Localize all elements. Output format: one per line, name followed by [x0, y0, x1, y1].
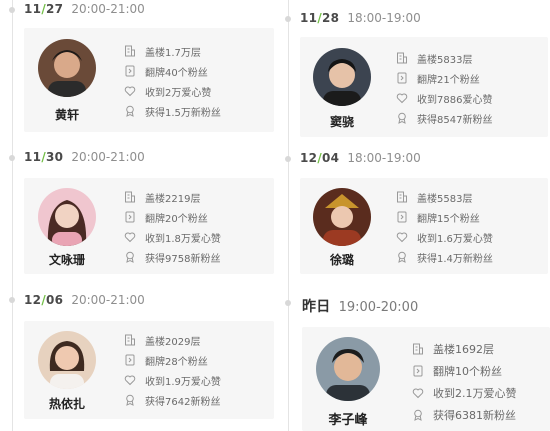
stat-likes: 收到1.9万爱心赞 — [145, 376, 221, 388]
timeline-dot — [9, 155, 15, 161]
entry-time: 20:00-21:00 — [71, 2, 145, 16]
host-card[interactable]: 热依扎 盖楼2029层 翻牌28个粉丝 收到1.9万爱心赞 获得7642新粉丝 — [24, 321, 274, 419]
badge-icon — [124, 251, 136, 263]
entry-time: 20:00-21:00 — [71, 293, 145, 307]
stat-floors: 盖楼1692层 — [433, 343, 494, 356]
stat-flips: 翻牌20个粉丝 — [145, 213, 208, 225]
entry-time: 20:00-21:00 — [71, 150, 145, 164]
timeline-dot — [285, 156, 291, 162]
heart-icon — [396, 231, 408, 243]
badge-icon — [412, 409, 424, 421]
stat-floors: 盖楼2219层 — [145, 193, 201, 205]
avatar — [38, 39, 96, 97]
entry-date: 11/27 — [24, 2, 64, 16]
timeline-dot — [285, 300, 291, 306]
avatar — [313, 188, 371, 246]
stat-followers: 获得8547新粉丝 — [417, 114, 493, 126]
card-flip-icon — [396, 211, 408, 223]
stat-followers: 获得6381新粉丝 — [433, 409, 516, 422]
host-card[interactable]: 文咏珊 盖楼2219层 翻牌20个粉丝 收到1.8万爱心赞 获得9758新粉丝 — [24, 178, 274, 274]
avatar — [38, 331, 96, 389]
card-flip-icon — [412, 365, 424, 377]
badge-icon — [396, 251, 408, 263]
building-icon — [124, 191, 136, 203]
stat-likes: 收到1.8万爱心赞 — [145, 233, 221, 245]
badge-icon — [396, 112, 408, 124]
avatar — [313, 48, 371, 106]
stat-floors: 盖楼5583层 — [417, 193, 473, 205]
host-name: 窦骁 — [329, 115, 354, 129]
stat-floors: 盖楼2029层 — [145, 336, 201, 348]
stat-flips: 翻牌21个粉丝 — [417, 74, 480, 86]
heart-icon — [124, 374, 136, 386]
building-icon — [124, 45, 136, 57]
stat-floors: 盖楼5833层 — [417, 54, 473, 66]
entry-date: 12/04 — [300, 151, 340, 165]
stat-likes: 收到7886爱心赞 — [417, 94, 493, 106]
host-name: 热依扎 — [48, 397, 85, 411]
heart-icon — [396, 92, 408, 104]
badge-icon — [124, 394, 136, 406]
host-name: 黄轩 — [54, 108, 79, 122]
host-name: 徐璐 — [329, 253, 354, 267]
card-flip-icon — [124, 354, 136, 366]
timeline-line-right — [288, 0, 289, 431]
stat-likes: 收到2.1万爱心赞 — [433, 387, 517, 400]
stat-floors: 盖楼1.7万层 — [145, 47, 201, 59]
timeline-dot — [9, 297, 15, 303]
building-icon — [396, 191, 408, 203]
host-card[interactable]: 李子峰 盖楼1692层 翻牌10个粉丝 收到2.1万爱心赞 获得6381新粉丝 — [302, 327, 550, 431]
host-card[interactable]: 窦骁 盖楼5833层 翻牌21个粉丝 收到7886爱心赞 获得8547新粉丝 — [300, 37, 548, 137]
entry-date: 11/28 — [300, 11, 340, 25]
card-flip-icon — [124, 65, 136, 77]
card-flip-icon — [124, 211, 136, 223]
entry-time: 18:00-19:00 — [347, 11, 421, 25]
badge-icon — [124, 105, 136, 117]
timeline-dot — [9, 7, 15, 13]
stat-followers: 获得7642新粉丝 — [145, 396, 221, 408]
stat-followers: 获得1.5万新粉丝 — [145, 107, 221, 119]
stat-followers: 获得9758新粉丝 — [145, 253, 221, 265]
heart-icon — [124, 85, 136, 97]
timeline-dot — [285, 16, 291, 22]
host-name: 李子峰 — [328, 413, 368, 428]
host-card[interactable]: 徐璐 盖楼5583层 翻牌15个粉丝 收到1.6万爱心赞 获得1.4万新粉丝 — [300, 178, 548, 274]
host-name: 文咏珊 — [48, 253, 85, 267]
entry-date: 昨日 — [302, 299, 331, 315]
card-flip-icon — [396, 72, 408, 84]
stat-flips: 翻牌15个粉丝 — [417, 213, 480, 225]
entry-time: 18:00-19:00 — [347, 151, 421, 165]
host-card[interactable]: 黄轩 盖楼1.7万层 翻牌40个粉丝 收到2万爱心赞 获得1.5万新粉丝 — [24, 28, 274, 132]
stat-followers: 获得1.4万新粉丝 — [417, 253, 493, 265]
avatar — [316, 337, 380, 401]
entry-time: 19:00-20:00 — [338, 300, 419, 315]
timeline-line-left — [12, 0, 13, 431]
entry-date: 11/30 — [24, 150, 64, 164]
stat-likes: 收到2万爱心赞 — [145, 87, 212, 99]
building-icon — [396, 52, 408, 64]
stat-flips: 翻牌10个粉丝 — [433, 365, 502, 378]
heart-icon — [124, 231, 136, 243]
stat-flips: 翻牌28个粉丝 — [145, 356, 208, 368]
heart-icon — [412, 387, 424, 399]
building-icon — [412, 343, 424, 355]
stat-flips: 翻牌40个粉丝 — [145, 67, 208, 79]
live-schedule-timeline: 11/27 20:00-21:00 黄轩 盖楼1.7万层 翻牌40个粉丝 收到2… — [0, 0, 550, 431]
avatar — [38, 188, 96, 246]
stat-likes: 收到1.6万爱心赞 — [417, 233, 493, 245]
entry-date: 12/06 — [24, 293, 64, 307]
building-icon — [124, 334, 136, 346]
